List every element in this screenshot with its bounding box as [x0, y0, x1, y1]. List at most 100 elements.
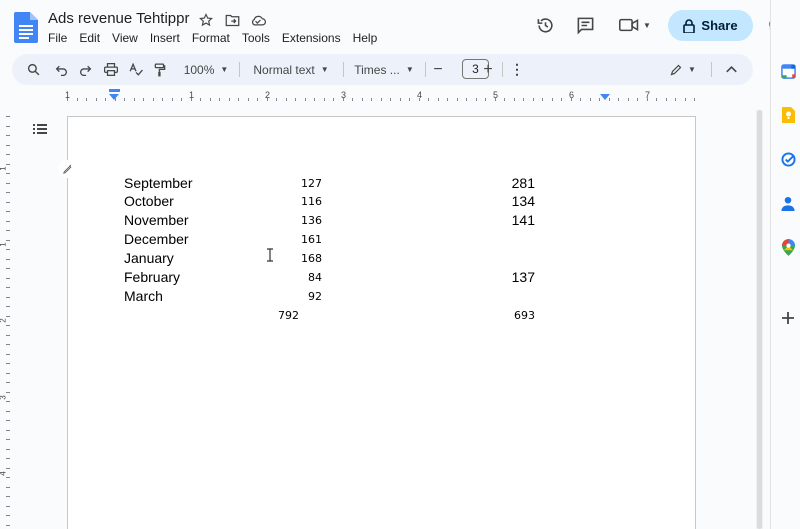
menu-bar: File Edit View Insert Format Tools Exten…	[48, 31, 389, 45]
ruler-tick	[542, 98, 543, 101]
ruler-tick	[6, 287, 10, 288]
ruler-tick	[6, 439, 10, 440]
ruler-tick	[523, 98, 524, 101]
ruler-tick	[6, 391, 10, 393]
ruler-tick	[580, 98, 581, 101]
value-cell: 127	[301, 177, 322, 190]
menu-format[interactable]: Format	[192, 31, 237, 45]
zoom-select[interactable]: 100% ▼	[180, 54, 232, 85]
ruler-tick	[6, 477, 10, 478]
print-icon[interactable]	[102, 54, 120, 85]
ruler-tick	[561, 98, 562, 101]
keep-icon[interactable]	[779, 106, 797, 124]
ruler-tick	[618, 98, 619, 101]
share-button[interactable]: Share	[668, 10, 753, 41]
value-cell: 92	[308, 290, 322, 303]
collapse-menus-icon[interactable]	[723, 54, 739, 85]
horizontal-ruler[interactable]: 11234567	[65, 89, 696, 103]
ruler-tick	[219, 98, 220, 101]
ruler-number: 4	[0, 471, 8, 475]
cloud-saved-icon[interactable]	[248, 11, 268, 29]
menu-tools[interactable]: Tools	[242, 31, 277, 45]
style-select[interactable]: Normal text ▼	[250, 54, 332, 85]
vertical-ruler: 1 1 2 3 4	[0, 116, 12, 529]
redo-icon[interactable]	[76, 54, 94, 85]
ruler-tick	[589, 98, 591, 101]
menu-view[interactable]: View	[112, 31, 145, 45]
undo-icon[interactable]	[52, 54, 70, 85]
chevron-down-icon: ▼	[643, 20, 651, 30]
ruler-tick	[6, 401, 10, 402]
maps-icon[interactable]	[779, 238, 797, 256]
ruler-tick	[675, 98, 676, 101]
ruler-tick	[627, 98, 629, 101]
ruler-tick	[333, 98, 334, 101]
ruler-tick	[304, 98, 306, 101]
menu-insert[interactable]: Insert	[150, 31, 187, 45]
ruler-tick	[6, 429, 10, 431]
ruler-tick	[466, 98, 467, 101]
scrollbar-thumb[interactable]	[757, 110, 762, 529]
spellcheck-icon[interactable]	[127, 54, 145, 85]
ruler-tick	[6, 382, 10, 383]
version-history-icon[interactable]	[535, 16, 555, 34]
ruler-tick	[418, 98, 420, 101]
menu-file[interactable]: File	[48, 31, 74, 45]
ruler-tick	[428, 98, 429, 101]
comments-icon[interactable]	[575, 16, 595, 35]
value-cell: 116	[301, 195, 322, 208]
ruler-tick	[361, 98, 363, 101]
search-menus-icon[interactable]	[24, 54, 42, 85]
menu-help[interactable]: Help	[353, 31, 385, 45]
ruler-tick	[6, 239, 10, 241]
ruler-tick	[6, 344, 10, 345]
tasks-icon[interactable]	[779, 150, 797, 168]
value-cell: 134	[511, 193, 535, 209]
month-cell: March	[124, 288, 163, 304]
calendar-icon[interactable]	[779, 62, 797, 80]
title-actions	[196, 11, 268, 29]
increase-font-size-icon[interactable]: +	[481, 54, 495, 85]
more-options-icon[interactable]: ⋮	[510, 54, 524, 85]
paint-format-icon[interactable]	[151, 54, 169, 85]
ruler-tick	[437, 98, 439, 101]
menu-edit[interactable]: Edit	[79, 31, 107, 45]
contacts-icon[interactable]	[779, 194, 797, 212]
chevron-down-icon: ▼	[405, 65, 414, 74]
month-cell: October	[124, 193, 174, 209]
ruler-number: 3	[0, 395, 8, 399]
ruler-tick	[570, 98, 572, 101]
value-cell: 141	[511, 212, 535, 228]
ruler-tick	[247, 98, 249, 101]
ruler-tick	[342, 98, 344, 101]
ruler-tick	[285, 98, 287, 101]
editing-mode-select[interactable]: ▼	[666, 54, 700, 85]
ruler-tick	[76, 98, 78, 101]
ruler-tick	[228, 98, 230, 101]
add-icon[interactable]	[779, 309, 797, 327]
month-cell: November	[124, 212, 189, 228]
meet-icon[interactable]: ▼	[618, 16, 652, 34]
decrease-font-size-icon[interactable]: −	[431, 54, 445, 85]
document-page[interactable]: September 127 281 October 116 134 Novemb…	[67, 116, 696, 529]
move-folder-icon[interactable]	[222, 11, 242, 29]
ruler-tick	[124, 98, 125, 101]
ruler-tick	[105, 98, 106, 101]
ruler-tick	[143, 98, 144, 101]
magic-pencil-icon[interactable]	[58, 160, 76, 178]
ruler-tick	[6, 505, 10, 507]
value-cell: 168	[301, 252, 322, 265]
docs-logo-icon[interactable]	[14, 12, 38, 43]
month-cell: January	[124, 250, 174, 266]
divider	[502, 62, 503, 77]
font-select[interactable]: Times ... ▼	[352, 54, 416, 85]
ruler-tick	[86, 98, 87, 101]
ruler-tick	[637, 98, 638, 101]
star-icon[interactable]	[196, 11, 216, 29]
document-title[interactable]: Ads revenue Tehtippr	[48, 10, 189, 27]
menu-extensions[interactable]: Extensions	[282, 31, 348, 45]
pencil-icon	[670, 64, 682, 75]
document-outline-icon[interactable]	[32, 121, 48, 137]
first-line-indent-handle[interactable]	[109, 89, 120, 92]
ruler-number: 1	[0, 242, 8, 246]
